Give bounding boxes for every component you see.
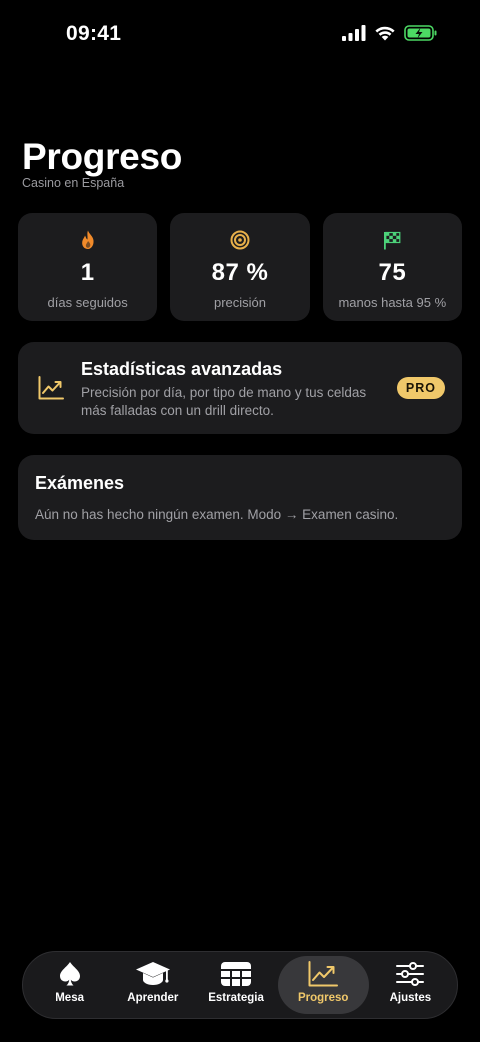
- stats-row: 1 días seguidos 87 % precisión 75 manos …: [18, 213, 462, 321]
- signal-icon: [342, 25, 366, 41]
- tab-mesa[interactable]: Mesa: [28, 956, 111, 1014]
- sliders-icon: [396, 960, 425, 988]
- stat-label: manos hasta 95 %: [338, 295, 447, 310]
- exams-empty-text: Aún no has hecho ningún examen. Modo → E…: [35, 507, 399, 522]
- stat-label: precisión: [213, 295, 266, 310]
- wifi-icon: [374, 25, 396, 41]
- advanced-stats-card[interactable]: Estadísticas avanzadas Precisión por día…: [18, 342, 462, 434]
- tab-ajustes[interactable]: Ajustes: [369, 956, 452, 1014]
- tab-progreso[interactable]: Progreso: [277, 956, 369, 1014]
- trend-chart-icon: [308, 960, 339, 988]
- exams-title: Exámenes: [35, 473, 125, 493]
- advanced-stats-title: Estadísticas avanzadas: [81, 359, 283, 379]
- status-time: 09:41: [66, 22, 122, 45]
- graduation-cap-icon: [135, 960, 171, 988]
- spade-icon: [58, 960, 82, 988]
- stat-value: 87 %: [211, 259, 269, 286]
- exams-card: Exámenes Aún no has hecho ningún examen.…: [18, 455, 462, 540]
- page-title: Progreso: [22, 136, 183, 177]
- stat-value: 75: [378, 259, 407, 286]
- battery-charging-icon: [404, 25, 438, 41]
- checkered-flag-icon: [381, 229, 403, 251]
- tab-bar: Mesa Aprender Estrategia Progreso Ajuste…: [22, 951, 458, 1019]
- tab-label: Progreso: [297, 992, 349, 1004]
- advanced-stats-description: Precisión por día, por tipo de mano y tu…: [81, 385, 367, 418]
- tab-aprender[interactable]: Aprender: [111, 956, 194, 1014]
- tab-label: Aprender: [127, 992, 179, 1004]
- table-grid-icon: [221, 960, 252, 988]
- flame-icon: [77, 229, 99, 251]
- target-icon: [229, 229, 251, 251]
- status-icons: [342, 25, 438, 41]
- tab-label: Ajustes: [389, 992, 432, 1004]
- stat-value: 1: [80, 259, 95, 286]
- stat-card-streak: 1 días seguidos: [18, 213, 158, 321]
- stat-label: días seguidos: [47, 295, 128, 310]
- tab-label: Estrategia: [208, 992, 264, 1004]
- page-subtitle: Casino en España: [22, 176, 125, 190]
- stat-card-hands: 75 manos hasta 95 %: [322, 213, 462, 321]
- status-bar: 09:41: [0, 0, 480, 70]
- tab-estrategia[interactable]: Estrategia: [194, 956, 277, 1014]
- tab-label: Mesa: [55, 992, 84, 1004]
- pro-badge: PRO: [396, 377, 445, 399]
- trend-chart-icon: [38, 376, 64, 405]
- stat-card-accuracy: 87 % precisión: [170, 213, 310, 321]
